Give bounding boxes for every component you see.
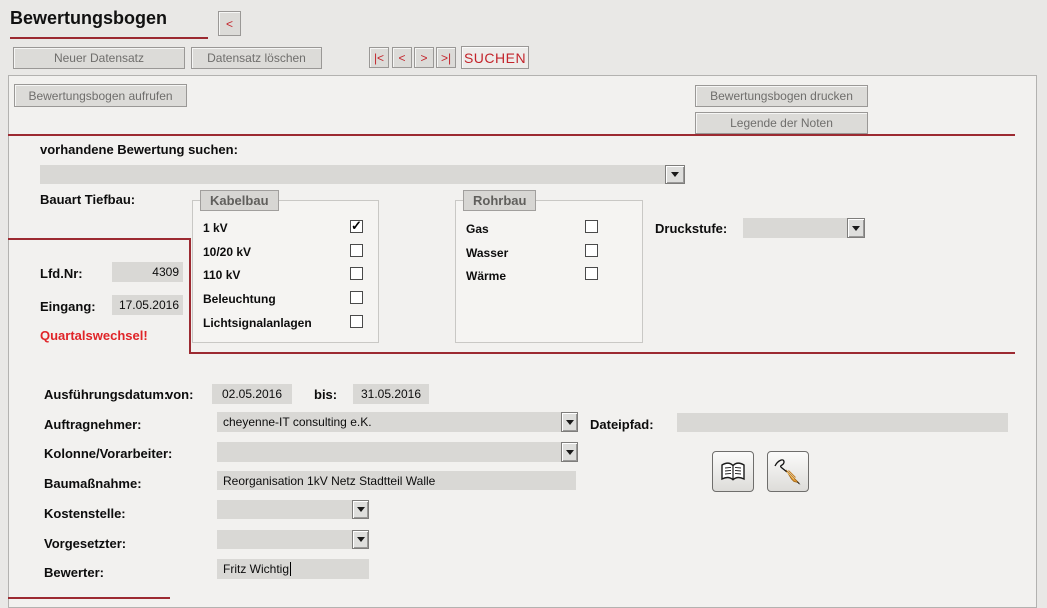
kostenstelle-dropdown-button[interactable] [352, 500, 369, 519]
ausfuehrungsdatum-label: Ausführungsdatum: [44, 387, 168, 402]
kabelbau-group-title: Kabelbau [200, 190, 279, 211]
vorgesetzter-label: Vorgesetzter: [44, 536, 126, 551]
open-evaluation-form-button[interactable]: Bewertungsbogen aufrufen [14, 84, 187, 107]
checkbox-label-beleuchtung: Beleuchtung [203, 292, 276, 306]
collapse-back-button[interactable]: < [218, 11, 241, 36]
record-tab-border-top [8, 238, 190, 240]
kolonne-vorarbeiter-combobox[interactable] [217, 442, 561, 462]
von-date-field[interactable]: 02.05.2016 [212, 384, 292, 404]
checkbox-waerme[interactable] [585, 267, 598, 280]
druckstufe-combobox[interactable] [743, 218, 847, 238]
existing-evaluation-dropdown-button[interactable] [665, 165, 685, 184]
nav-next-button[interactable]: > [414, 47, 434, 68]
checkbox-label-1020kv: 10/20 kV [203, 245, 251, 259]
checkbox-label-1kv: 1 kV [203, 221, 228, 235]
dateipfad-field[interactable] [677, 413, 1008, 432]
lfdnr-label: Lfd.Nr: [40, 266, 83, 281]
record-tab-border-vertical [189, 238, 191, 354]
rohrbau-group-title: Rohrbau [463, 190, 536, 211]
von-label: von: [166, 387, 193, 402]
kolonne-vorarbeiter-label: Kolonne/Vorarbeiter: [44, 446, 172, 461]
open-report-button[interactable] [712, 451, 754, 492]
kostenstelle-label: Kostenstelle: [44, 506, 126, 521]
bewertungsbogen-window: Bewertungsbogen < Neuer Datensatz Datens… [0, 0, 1047, 608]
checkbox-110kv[interactable] [350, 267, 363, 280]
nav-prev-button[interactable]: < [392, 47, 412, 68]
eingang-field[interactable]: 17.05.2016 [112, 295, 183, 315]
open-book-icon [720, 461, 746, 483]
title-underline [10, 37, 208, 39]
chevron-down-icon [852, 226, 860, 231]
checkbox-1kv[interactable] [350, 220, 363, 233]
auftragnehmer-combobox[interactable]: cheyenne-IT consulting e.K. [217, 412, 561, 432]
vorgesetzter-combobox[interactable] [217, 530, 352, 549]
chevron-down-icon [671, 172, 679, 177]
search-button[interactable]: SUCHEN [461, 46, 529, 69]
eingang-label: Eingang: [40, 299, 96, 314]
bewerter-label: Bewerter: [44, 565, 104, 580]
bis-label: bis: [314, 387, 337, 402]
print-evaluation-form-button[interactable]: Bewertungsbogen drucken [695, 85, 868, 107]
delete-record-button[interactable]: Datensatz löschen [191, 47, 322, 69]
bewerter-field[interactable]: Fritz Wichtig [217, 559, 369, 579]
druckstufe-dropdown-button[interactable] [847, 218, 865, 238]
new-record-button[interactable]: Neuer Datensatz [13, 47, 185, 69]
baumassnahme-field[interactable]: Reorganisation 1kV Netz Stadtteil Walle [217, 471, 576, 490]
lfdnr-field[interactable]: 4309 [112, 262, 183, 282]
nav-first-button[interactable]: |< [369, 47, 389, 68]
vorgesetzter-dropdown-button[interactable] [352, 530, 369, 549]
auftragnehmer-dropdown-button[interactable] [561, 412, 578, 432]
checkbox-label-waerme: Wärme [466, 269, 506, 283]
chevron-down-icon [566, 450, 574, 455]
bauart-tiefbau-label: Bauart Tiefbau: [40, 192, 135, 207]
checkbox-gas[interactable] [585, 220, 598, 233]
bottom-section-border [8, 597, 170, 599]
checkbox-label-wasser: Wasser [466, 246, 508, 260]
existing-evaluation-label: vorhandene Bewertung suchen: [40, 142, 238, 157]
nav-last-button[interactable]: >| [436, 47, 456, 68]
quartalswechsel-note: Quartalswechsel! [40, 328, 148, 343]
baumassnahme-label: Baumaßnahme: [44, 476, 142, 491]
checkbox-label-lichtsignalanlagen: Lichtsignalanlagen [203, 316, 312, 330]
checkbox-label-gas: Gas [466, 222, 489, 236]
auftragnehmer-label: Auftragnehmer: [44, 417, 142, 432]
grade-legend-button[interactable]: Legende der Noten [695, 112, 868, 134]
existing-evaluation-combobox[interactable] [40, 165, 665, 184]
druckstufe-label: Druckstufe: [655, 221, 727, 236]
sign-evaluation-button[interactable] [767, 451, 809, 492]
kostenstelle-combobox[interactable] [217, 500, 352, 519]
page-title: Bewertungsbogen [10, 8, 167, 29]
kolonne-dropdown-button[interactable] [561, 442, 578, 462]
record-tab-border-bottom [189, 352, 1015, 354]
checkbox-wasser[interactable] [585, 244, 598, 257]
dateipfad-label: Dateipfad: [590, 417, 654, 432]
checkbox-label-110kv: 110 kV [203, 268, 240, 282]
chevron-down-icon [357, 507, 365, 512]
separator-line-top [8, 134, 1015, 136]
checkbox-1020kv[interactable] [350, 244, 363, 257]
checkbox-lichtsignalanlagen[interactable] [350, 315, 363, 328]
bewerter-value: Fritz Wichtig [223, 562, 291, 576]
chevron-down-icon [566, 420, 574, 425]
bis-date-field[interactable]: 31.05.2016 [353, 384, 429, 404]
checkbox-beleuchtung[interactable] [350, 291, 363, 304]
chevron-down-icon [357, 537, 365, 542]
pencil-signature-icon [773, 457, 803, 487]
